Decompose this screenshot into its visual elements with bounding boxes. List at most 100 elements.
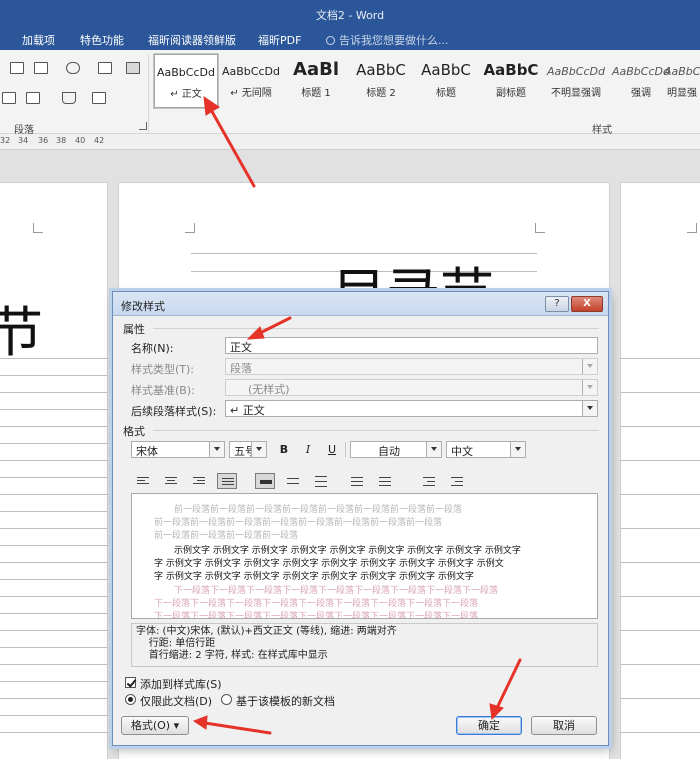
single-spacing-button[interactable] [255, 473, 275, 489]
style-sample: AaBl [293, 59, 339, 80]
preview-previous-paragraph: 前一段落前一段落前一段落前一段落前一段落前一段落前一段落前一段落 [174, 505, 463, 515]
style-subtitle[interactable]: AaBbC 副标题 [479, 54, 543, 108]
style-name: 标题 [436, 88, 456, 99]
increase-indent-button[interactable] [447, 473, 467, 489]
style-heading-2[interactable]: AaBbC 标题 2 [349, 54, 413, 108]
increase-paragraph-spacing-button[interactable] [347, 473, 367, 489]
style-name: 标题 2 [366, 88, 396, 99]
format-menu-button[interactable]: 格式(O) ▾ [121, 716, 189, 735]
styles-gallery: AaBbCcDd ↵ 正文 AaBbCcDd ↵ 无间隔 AaBl 标题 1 A… [152, 53, 700, 118]
cancel-button[interactable]: 取消 [531, 716, 597, 735]
margin-corner [535, 223, 545, 233]
ribbon: 段落 AaBbCcDd ↵ 正文 AaBbCcDd ↵ 无间隔 AaBl 标题 … [0, 50, 700, 136]
tab-foxit-reader[interactable]: 福昕阅读器领鲜版 [148, 32, 236, 48]
add-to-gallery-checkbox[interactable] [125, 677, 136, 688]
tell-me-text: 告诉我您想要做什么... [339, 34, 449, 47]
style-type-label: 样式类型(T): [131, 363, 195, 376]
based-on-select[interactable]: (无样式) [225, 379, 598, 396]
new-documents-radio[interactable] [221, 694, 232, 705]
chevron-down-icon [426, 442, 441, 457]
margin-corner [687, 223, 697, 233]
show-marks-icon[interactable] [126, 62, 140, 74]
style-type-select[interactable]: 段落 [225, 358, 598, 375]
new-documents-label: 基于该模板的新文档 [236, 695, 335, 708]
bold-button[interactable]: B [275, 441, 293, 458]
based-on-value: (无样式) [248, 383, 290, 396]
description-line: 字体: (中文)宋体, (默认)+西文正文 (等线), 缩进: 两端对齐 [136, 626, 397, 637]
sort-icon[interactable] [98, 62, 112, 74]
double-spacing-button[interactable] [311, 473, 331, 489]
tab-addins[interactable]: 加载项 [22, 32, 55, 48]
chinese-layout-icon[interactable] [66, 62, 80, 74]
tell-me-box[interactable]: 告诉我您想要做什么... [326, 32, 449, 48]
style-sample: AaBbCcDd [222, 65, 280, 78]
window-title: 文档2 - Word [315, 9, 385, 22]
close-button[interactable]: X [571, 296, 603, 312]
section-divider [153, 328, 599, 329]
ruler-mark: 34 [18, 136, 29, 145]
following-style-value: ↵ 正文 [230, 404, 265, 417]
style-no-spacing[interactable]: AaBbCcDd ↵ 无间隔 [219, 54, 283, 108]
properties-heading: 属性 [123, 323, 145, 336]
style-type-value: 段落 [230, 362, 252, 375]
ok-button[interactable]: 确定 [456, 716, 522, 735]
section-divider [153, 430, 599, 431]
style-preview: 前一段落前一段落前一段落前一段落前一段落前一段落前一段落前一段落 前一段落前一段… [131, 493, 598, 619]
italic-button[interactable]: I [299, 441, 317, 458]
script-select[interactable]: 中文 [446, 441, 526, 458]
page-right [620, 182, 700, 759]
ribbon-separator [148, 54, 149, 132]
justify-button[interactable] [217, 473, 237, 489]
style-heading-1[interactable]: AaBl 标题 1 [284, 54, 348, 108]
increase-indent-icon[interactable] [34, 62, 48, 74]
style-intense-emphasis[interactable]: AaBbC 明显强 [664, 54, 700, 108]
dialog-title-bar[interactable]: 修改样式 ? X [113, 292, 608, 316]
decrease-indent-icon[interactable] [10, 62, 24, 74]
style-name: ↵ 无间隔 [230, 88, 272, 99]
font-color-select[interactable]: 自动 [350, 441, 442, 458]
underline-button[interactable]: U [323, 441, 341, 458]
chevron-down-icon [209, 442, 224, 457]
style-description: 字体: (中文)宋体, (默认)+西文正文 (等线), 缩进: 两端对齐 行距:… [131, 623, 598, 667]
paragraph-launcher-icon[interactable] [139, 122, 147, 130]
justify-icon[interactable] [2, 92, 16, 104]
shading-icon[interactable] [62, 92, 76, 104]
style-name: 明显强 [667, 88, 697, 99]
style-title[interactable]: AaBbC 标题 [414, 54, 478, 108]
decrease-indent-button[interactable] [419, 473, 439, 489]
help-button[interactable]: ? [545, 296, 569, 312]
name-input[interactable]: 正文 [225, 337, 598, 354]
decrease-paragraph-spacing-button[interactable] [375, 473, 395, 489]
align-center-button[interactable] [161, 473, 181, 489]
one-half-spacing-button[interactable] [283, 473, 303, 489]
ruler-mark: 38 [56, 136, 67, 145]
horizontal-ruler[interactable]: 32 34 36 38 40 42 [0, 134, 700, 150]
tab-features[interactable]: 特色功能 [80, 32, 124, 48]
font-color-value: 自动 [378, 445, 400, 458]
font-select[interactable]: 宋体 [131, 441, 225, 458]
following-style-label: 后续段落样式(S): [131, 405, 217, 418]
tab-foxit-pdf[interactable]: 福昕PDF [258, 32, 301, 48]
name-value: 正文 [230, 341, 252, 354]
style-name: 标题 1 [301, 88, 331, 99]
chevron-down-icon [510, 442, 525, 457]
style-name: 副标题 [496, 88, 526, 99]
borders-icon[interactable] [92, 92, 106, 104]
style-subtle-emphasis[interactable]: AaBbCcDd 不明显强调 [544, 54, 608, 108]
align-left-button[interactable] [133, 473, 153, 489]
following-style-select[interactable]: ↵ 正文 [225, 400, 598, 417]
description-line: 首行缩进: 2 字符, 样式: 在样式库中显示 [136, 650, 328, 661]
style-sample: AaBbC [421, 61, 471, 79]
title-bar: 文档2 - Word [0, 0, 700, 28]
only-this-document-radio[interactable] [125, 694, 136, 705]
font-size-select[interactable]: 五号 [229, 441, 267, 458]
chevron-down-icon [251, 442, 266, 457]
line-spacing-icon[interactable] [26, 92, 40, 104]
margin-corner [33, 223, 43, 233]
ruler-mark: 42 [94, 136, 105, 145]
preview-sample-text: 示例文字 示例文字 示例文字 示例文字 示例文字 示例文字 示例文字 示例文字 … [174, 546, 521, 556]
add-to-gallery-label: 添加到样式库(S) [140, 678, 222, 691]
chevron-down-icon [582, 380, 597, 395]
align-right-button[interactable] [189, 473, 209, 489]
style-normal[interactable]: AaBbCcDd ↵ 正文 [153, 53, 219, 109]
